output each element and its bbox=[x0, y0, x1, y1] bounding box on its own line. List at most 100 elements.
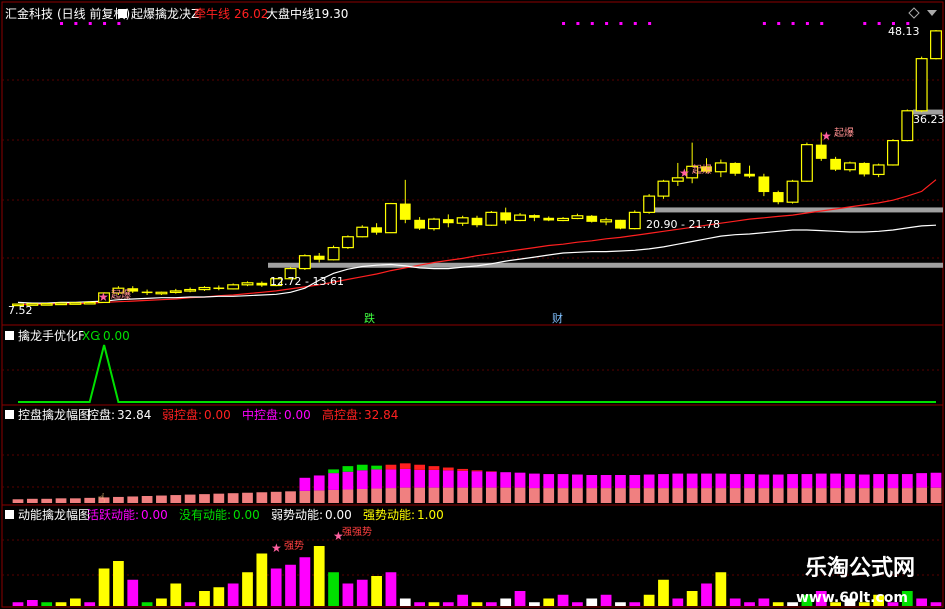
candle-body bbox=[628, 211, 641, 230]
dongneng-bar bbox=[113, 561, 124, 606]
legend-dapan-label: 大盘中线 bbox=[266, 6, 314, 21]
kongpan-bar bbox=[672, 488, 684, 503]
kongpan-bar bbox=[26, 498, 38, 503]
panel-toggle-icon[interactable] bbox=[5, 331, 14, 340]
dongneng-bar bbox=[170, 583, 182, 606]
kongpan-bar bbox=[313, 490, 325, 503]
legend-value: 0.00 bbox=[284, 408, 311, 422]
signal-dot bbox=[117, 22, 121, 25]
signal-dot bbox=[777, 22, 781, 25]
kongpan-bar bbox=[744, 474, 755, 489]
legend-niu-label: 牵牛线 bbox=[194, 6, 230, 21]
legend-dapan-value: 19.30 bbox=[314, 7, 348, 21]
legend-value: 32.84 bbox=[364, 408, 398, 422]
main-header: 汇金科技 (日线 前复权) 起爆擒龙决Z 牵牛线 26.02 大盘中线 19.3… bbox=[5, 6, 937, 21]
candle-body bbox=[427, 218, 440, 230]
candle-body bbox=[744, 173, 755, 177]
kongpan-bar bbox=[342, 466, 354, 472]
kongpan-bar bbox=[428, 487, 440, 503]
legend-value: 32.84 bbox=[117, 408, 151, 422]
dongneng-bar bbox=[916, 598, 928, 606]
kongpan-bar bbox=[916, 487, 928, 503]
signal-dot bbox=[863, 22, 867, 25]
kongpan-bar bbox=[744, 488, 755, 503]
candle-body bbox=[327, 246, 340, 261]
kongpan-bar bbox=[199, 494, 210, 503]
kongpan-bar bbox=[758, 474, 770, 489]
kongpan-bar bbox=[629, 475, 641, 489]
dongneng-bar bbox=[69, 598, 81, 606]
kongpan-bar bbox=[586, 475, 598, 489]
candle-body bbox=[571, 215, 584, 220]
dongneng-bar bbox=[127, 579, 139, 606]
triangle-down-icon[interactable] bbox=[927, 10, 937, 16]
dongneng-bar bbox=[26, 600, 38, 606]
kongpan-bar bbox=[299, 477, 311, 491]
panel-xg: 擒龙手优化F XG : 0.00 bbox=[5, 328, 936, 403]
candle-body bbox=[384, 202, 397, 234]
kongpan-bar bbox=[328, 473, 339, 490]
kongpan-bar bbox=[801, 474, 813, 489]
kongpan-bar bbox=[342, 489, 354, 503]
candle-body bbox=[772, 192, 784, 203]
panel-kongpan-title: 控盘擒龙幅图 bbox=[18, 407, 90, 422]
kongpan-bar bbox=[371, 488, 382, 503]
kongpan-bar bbox=[84, 497, 96, 503]
dongneng-bar bbox=[414, 602, 426, 606]
panel-toggle-icon[interactable] bbox=[5, 510, 14, 519]
candle-body bbox=[657, 180, 670, 197]
kongpan-bar bbox=[442, 467, 454, 471]
xg-value: 0.00 bbox=[103, 329, 130, 343]
kongpan-bar bbox=[615, 488, 626, 503]
kongpan-bar bbox=[930, 472, 942, 488]
kongpan-bar bbox=[442, 470, 454, 488]
candle-body bbox=[356, 226, 369, 238]
kongpan-bar bbox=[457, 468, 469, 471]
star-icon: ★ bbox=[679, 166, 690, 180]
kongpan-bar bbox=[242, 492, 253, 503]
kongpan-bar bbox=[686, 488, 698, 503]
kongpan-bar bbox=[385, 488, 397, 503]
candle-body bbox=[442, 219, 454, 224]
candle-body bbox=[184, 288, 197, 292]
signal-dot bbox=[88, 22, 92, 25]
candle-body bbox=[643, 195, 656, 213]
kongpan-bar bbox=[916, 473, 928, 488]
kongpan-bar bbox=[313, 475, 325, 491]
price-low-label: 7.52 bbox=[8, 304, 33, 317]
kongpan-bar bbox=[830, 488, 841, 503]
kongpan-bar bbox=[658, 474, 669, 489]
star-icon: ★ bbox=[821, 129, 832, 143]
kongpan-bar bbox=[557, 488, 569, 503]
kongpan-bar bbox=[557, 474, 569, 489]
candle-body bbox=[399, 203, 411, 220]
kongpan-bar bbox=[901, 488, 913, 503]
signal-dot bbox=[820, 22, 824, 25]
indicator-toggle-icon[interactable] bbox=[118, 9, 127, 18]
dongneng-bar bbox=[572, 602, 583, 606]
dongneng-bar bbox=[285, 564, 296, 606]
kongpan-bar bbox=[385, 469, 397, 489]
star-icon: ★ bbox=[98, 290, 109, 304]
candle-body bbox=[313, 255, 325, 260]
range-band bbox=[268, 262, 943, 268]
candle-body bbox=[485, 211, 498, 226]
kongpan-bar bbox=[184, 494, 196, 503]
kongpan-bar bbox=[356, 489, 368, 503]
kongpan-bar bbox=[399, 468, 411, 488]
star-icon: ★ bbox=[271, 541, 282, 555]
dongneng-bar bbox=[930, 602, 942, 606]
dongneng-bar bbox=[729, 598, 741, 606]
signal-dot bbox=[805, 22, 809, 25]
kongpan-bar bbox=[729, 488, 741, 503]
kongpan-bar bbox=[299, 490, 311, 503]
dongneng-bar bbox=[643, 594, 655, 606]
kongpan-bar bbox=[586, 488, 598, 503]
diamond-icon[interactable] bbox=[908, 7, 920, 19]
kongpan-bar bbox=[55, 498, 67, 503]
candle-body bbox=[543, 217, 555, 221]
panel-toggle-icon[interactable] bbox=[5, 410, 14, 419]
kongpan-bar bbox=[69, 498, 81, 503]
kongpan-bar bbox=[815, 488, 827, 503]
kongpan-bar bbox=[356, 470, 368, 489]
